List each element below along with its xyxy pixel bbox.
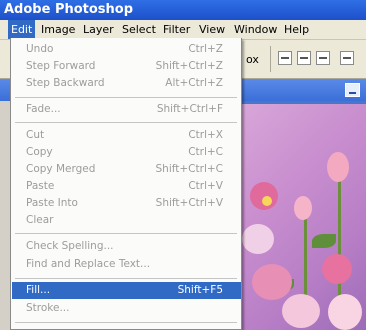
- menu-item-label: Step Backward: [26, 77, 105, 89]
- menu-item-stroke: Stroke...: [12, 300, 241, 317]
- menu-item-shortcut: Ctrl+X: [188, 129, 223, 141]
- menu-image[interactable]: Image: [38, 20, 78, 39]
- menu-edit[interactable]: Edit: [8, 20, 36, 39]
- pink-flower: [322, 254, 352, 284]
- menu-window[interactable]: Window: [231, 20, 280, 39]
- menu-item-label: Copy: [26, 146, 53, 158]
- menu-item-label: Fade...: [26, 103, 61, 115]
- menu-select[interactable]: Select: [119, 20, 159, 39]
- menu-item-shortcut: Alt+Ctrl+Z: [165, 77, 223, 89]
- align-left-icon[interactable]: [278, 51, 292, 65]
- white-flower: [282, 294, 320, 328]
- edit-menu-dropdown: Undo Ctrl+Z Step Forward Shift+Ctrl+Z St…: [10, 38, 242, 330]
- menu-item-cut: Cut Ctrl+X: [12, 127, 241, 144]
- menu-view[interactable]: View: [196, 20, 228, 39]
- menu-separator: [15, 322, 237, 323]
- toolbar-separator: [270, 46, 271, 72]
- menu-item-label: Paste: [26, 180, 55, 192]
- menu-item-shortcut: Ctrl+Z: [188, 43, 223, 55]
- menu-item-label: Cut: [26, 129, 45, 141]
- menu-item-shortcut: Shift+Ctrl+C: [155, 163, 223, 175]
- options-bar-label[interactable]: ox: [246, 53, 259, 66]
- menu-item-shortcut: Ctrl+C: [188, 146, 223, 158]
- menu-item-label: Paste Into: [26, 197, 78, 209]
- menu-item-check-spelling: Check Spelling...: [12, 238, 241, 255]
- menu-item-step-forward: Step Forward Shift+Ctrl+Z: [12, 58, 241, 75]
- menu-item-copy-merged: Copy Merged Shift+Ctrl+C: [12, 161, 241, 178]
- document-canvas[interactable]: [242, 104, 366, 330]
- menu-item-label: Find and Replace Text...: [26, 258, 151, 270]
- menu-separator: [15, 122, 237, 123]
- menu-item-label: Step Forward: [26, 60, 96, 72]
- menu-item-shortcut: Ctrl+V: [188, 180, 223, 192]
- menu-item-shortcut: Shift+F5: [177, 284, 223, 296]
- menu-item-shortcut: Shift+Ctrl+V: [155, 197, 223, 209]
- menu-filter[interactable]: Filter: [160, 20, 193, 39]
- menu-layer[interactable]: Layer: [80, 20, 117, 39]
- menu-item-label: Clear: [26, 214, 54, 226]
- menu-item-fill[interactable]: Fill... Shift+F5: [12, 282, 241, 299]
- menu-item-label: Copy Merged: [26, 163, 96, 175]
- menu-item-label: Check Spelling...: [26, 240, 114, 252]
- flower-center: [262, 196, 272, 206]
- menu-help[interactable]: Help: [281, 20, 312, 39]
- white-flower: [242, 224, 274, 254]
- minimize-icon[interactable]: [345, 83, 360, 97]
- window-title: Adobe Photoshop: [0, 0, 366, 20]
- menu-item-paste-into: Paste Into Shift+Ctrl+V: [12, 195, 241, 212]
- menu-item-paste: Paste Ctrl+V: [12, 178, 241, 195]
- tulip-flower: [294, 196, 312, 220]
- menu-bar: Edit Image Layer Select Filter View Wind…: [0, 20, 366, 40]
- menu-item-find-replace: Find and Replace Text...: [12, 256, 241, 273]
- menu-item-copy: Copy Ctrl+C: [12, 144, 241, 161]
- leaf: [312, 234, 336, 248]
- white-flower: [328, 294, 362, 330]
- menu-item-label: Stroke...: [26, 302, 70, 314]
- pink-flower: [252, 264, 292, 300]
- menu-item-undo: Undo Ctrl+Z: [12, 41, 241, 58]
- tulip-flower: [327, 152, 349, 182]
- menu-item-shortcut: Shift+Ctrl+Z: [155, 60, 223, 72]
- align-center-icon[interactable]: [297, 51, 311, 65]
- align-right-icon[interactable]: [316, 51, 330, 65]
- menu-item-step-backward: Step Backward Alt+Ctrl+Z: [12, 75, 241, 92]
- menu-item-fade: Fade... Shift+Ctrl+F: [12, 101, 241, 118]
- menu-item-label: Undo: [26, 43, 54, 55]
- menu-separator: [15, 233, 237, 234]
- menu-item-shortcut: Shift+Ctrl+F: [156, 103, 223, 115]
- menu-item-clear: Clear: [12, 212, 241, 229]
- menu-separator: [15, 278, 237, 279]
- distribute-icon[interactable]: [340, 51, 354, 65]
- menu-item-label: Fill...: [26, 284, 51, 296]
- menu-separator: [15, 97, 237, 98]
